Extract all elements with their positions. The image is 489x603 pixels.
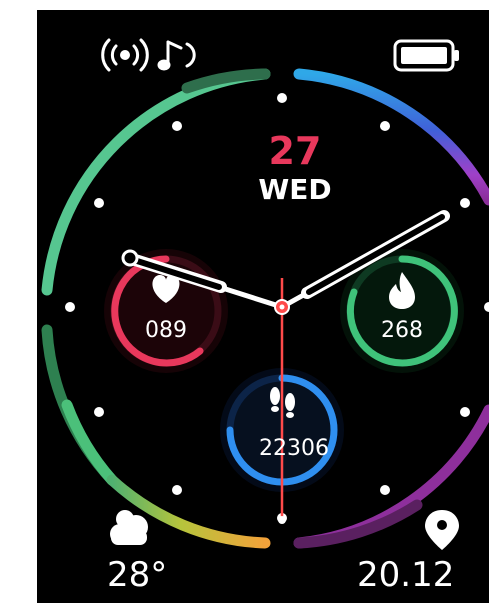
ring-segment-left-bright [61,399,118,486]
location-pin-icon [425,510,459,550]
cloud-icon [110,510,148,545]
ring-segment-left [41,324,118,486]
steps-value: 22306 [259,436,329,461]
calories-value: 268 [381,318,423,343]
date-day-number: 27 [268,129,322,173]
watch-face [41,38,489,550]
temperature-value: 28° [107,555,168,595]
distance-value: 20.12 [357,555,455,595]
watch-screen: 27 WED 089 268 22306 28° 20.12 [37,10,489,603]
heart-rate-value: 089 [145,318,187,343]
battery-full-icon [393,39,459,72]
music-note-icon [157,40,196,71]
wireless-signal-icon [101,38,149,72]
date-weekday: WED [258,173,332,206]
